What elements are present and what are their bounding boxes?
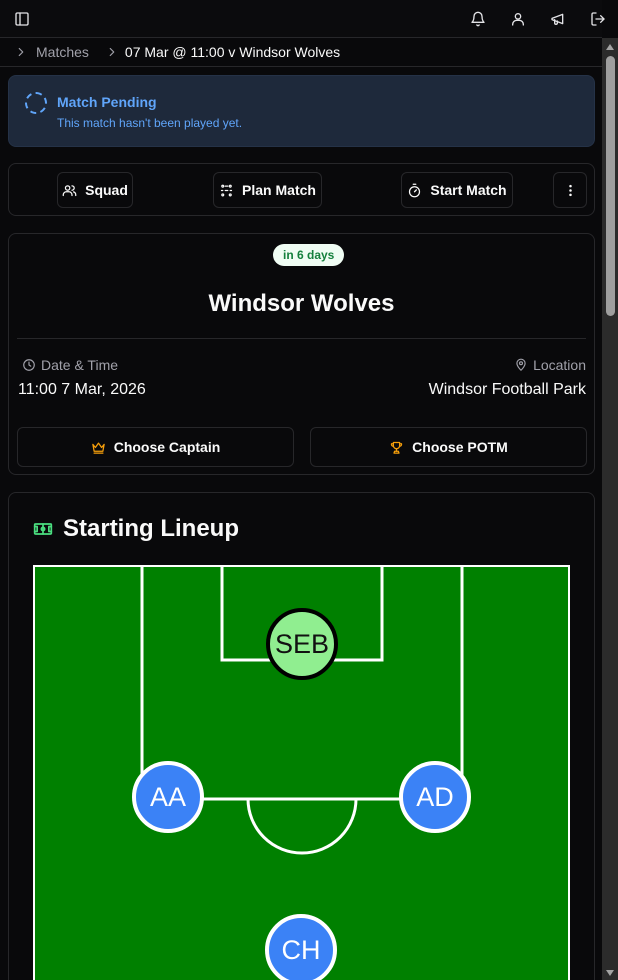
start-match-button[interactable]: Start Match [401,172,513,208]
bell-icon[interactable] [468,9,488,29]
loader-icon [25,92,47,114]
choose-captain-button[interactable]: Choose Captain [17,427,294,467]
lineup-heading: Starting Lineup [33,515,239,543]
panel-left-icon[interactable] [12,9,32,29]
player-initials: SEB [274,628,330,659]
pitch-icon [33,523,53,535]
choose-potm-label: Choose POTM [412,439,508,455]
player-ch[interactable]: CH [265,914,337,980]
player-seb[interactable]: SEB [266,608,338,680]
log-out-icon[interactable] [588,9,608,29]
scrollbar-thumb[interactable] [606,56,615,316]
plan-match-button-label: Plan Match [242,182,316,198]
megaphone-icon[interactable] [548,9,568,29]
location-value: Windsor Football Park [428,381,586,398]
page-scrollbar[interactable] [602,38,618,980]
date-time-label-text: Date & Time [41,357,119,373]
clock-icon [23,359,35,371]
player-initials: AA [149,781,187,812]
countdown-badge: in 6 days [273,244,345,266]
player-aa[interactable]: AA [132,761,204,833]
lineup-title-text: Starting Lineup [63,515,239,542]
top-bar [0,0,605,38]
users-icon [62,184,77,196]
user-icon[interactable] [508,9,528,29]
divider [17,338,586,339]
choose-potm-button[interactable]: Choose POTM [310,427,587,467]
scroll-down-icon[interactable] [606,970,614,976]
match-details-card: in 6 days Windsor Wolves Date & Time 11:… [8,233,595,475]
lineup-pitch: SEB AA AD CH [33,565,570,980]
breadcrumb: Matches 07 Mar @ 11:00 v Windsor Wolves [0,38,602,67]
start-match-button-label: Start Match [430,182,507,198]
chevron-right-icon [14,45,28,59]
date-time-value: 11:00 7 Mar, 2026 [18,381,146,398]
map-pin-icon [516,358,526,371]
date-time-label: Date & Time [22,357,118,373]
more-vertical-icon [568,184,572,196]
opponent-name: Windsor Wolves [208,290,395,317]
player-ad[interactable]: AD [399,761,471,833]
trophy-icon [390,441,403,454]
stopwatch-icon [409,183,421,197]
location-label-text: Location [533,357,586,373]
breadcrumb-matches-link[interactable]: Matches [36,44,89,60]
player-initials: CH [281,934,321,965]
match-actions-bar: Squad Plan Match Start Match [8,163,595,216]
formation-icon [220,184,233,196]
more-options-button[interactable] [553,172,587,208]
plan-match-button[interactable]: Plan Match [213,172,322,208]
player-initials: AD [416,781,454,812]
status-subtitle: This match hasn't been played yet. [57,116,243,130]
choose-captain-label: Choose Captain [113,439,221,455]
location-label: Location [514,357,586,373]
breadcrumb-current-page: 07 Mar @ 11:00 v Windsor Wolves [124,44,341,60]
match-status-alert: Match Pending This match hasn't been pla… [8,75,595,147]
squad-button[interactable]: Squad [57,172,133,208]
chevron-right-icon [105,45,119,59]
scroll-up-icon[interactable] [606,44,614,50]
squad-button-label: Squad [85,182,128,198]
status-title: Match Pending [57,94,157,110]
crown-icon [91,442,105,454]
